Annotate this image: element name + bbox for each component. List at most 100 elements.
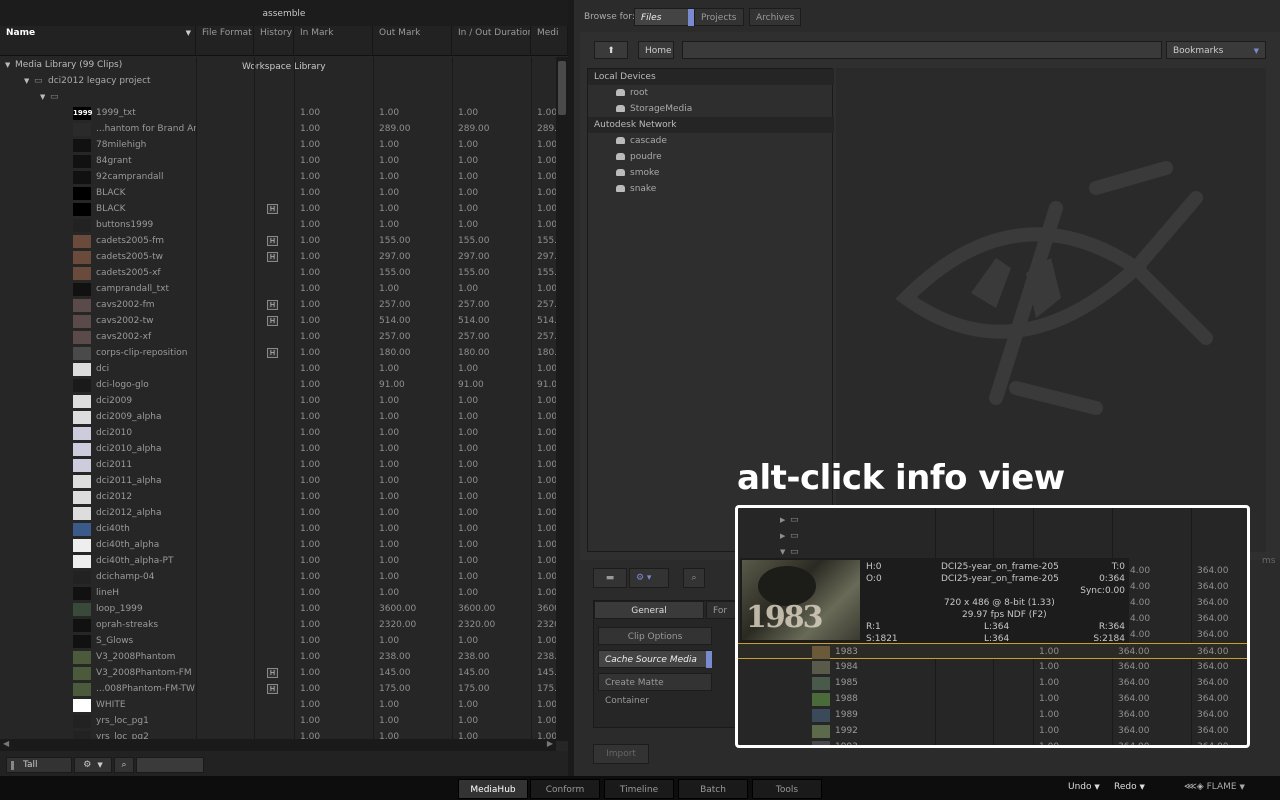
import-button[interactable]: Import (593, 744, 649, 764)
tree-row-library[interactable]: ▼ Media Library (99 Clips) (0, 57, 556, 73)
view-mode-dropdown[interactable]: Tall (6, 757, 72, 773)
tree-row-folder[interactable]: ▼ ▭ (0, 89, 556, 105)
tab-general[interactable]: General (594, 601, 704, 619)
network-snake[interactable]: snake (588, 181, 834, 197)
clip-row[interactable]: corps-clip-reposition H 1.00 180.00 180.00 18… (0, 345, 556, 361)
network-poudre[interactable]: poudre (588, 149, 834, 165)
clip-row[interactable]: yrs_loc_pg1 1.00 1.00 1.00 1.00 (0, 713, 556, 729)
create-matte-container-button[interactable]: Create Matte Container (598, 673, 712, 706)
search-icon[interactable]: ⌕ (683, 568, 705, 588)
clip-row[interactable]: dcichamp-04 1.00 1.00 1.00 1.00 (0, 569, 556, 585)
up-arrow-icon[interactable]: ⬆ (594, 41, 628, 59)
search-input[interactable] (136, 757, 204, 773)
sort-arrow-icon[interactable]: ▼ (186, 29, 191, 37)
clip-row[interactable]: dci40th_alpha 1.00 1.00 1.00 1.00 (0, 537, 556, 553)
clip-row[interactable]: dci 1.00 1.00 1.00 1.00 (0, 361, 556, 377)
cache-source-media-toggle[interactable]: Cache Source Media (598, 650, 712, 668)
clip-row[interactable]: camprandall_txt 1.00 1.00 1.00 1.00 (0, 281, 556, 297)
horizontal-scrollbar[interactable]: ◀ ▶ (0, 739, 556, 751)
tree-row-project[interactable]: ▼ ▭ dci2012 legacy project (0, 73, 556, 89)
tab-projects[interactable]: Projects (694, 8, 744, 26)
clip-row[interactable]: cavs2002-fm H 1.00 257.00 257.00 257.0 (0, 297, 556, 313)
clip-options-button[interactable]: Clip Options (598, 627, 712, 645)
history-badge-icon[interactable]: H (267, 684, 278, 694)
undo-button[interactable]: Undo ▼ (1068, 782, 1100, 792)
column-header-media[interactable]: Medi (531, 26, 568, 56)
callout-clip-row[interactable]: 1993 1.00 364.00 364.00 (738, 739, 1247, 745)
tab-mediahub[interactable]: MediaHub (458, 779, 528, 799)
clip-row[interactable]: 92camprandall 1.00 1.00 1.00 1.00 (0, 169, 556, 185)
clip-row[interactable]: S_Glows 1.00 1.00 1.00 1.00 (0, 633, 556, 649)
history-badge-icon[interactable]: H (267, 300, 278, 310)
clip-row[interactable]: dci-logo-glo 1.00 91.00 91.00 91.00 (0, 377, 556, 393)
expand-arrow-icon[interactable]: ▶ (780, 512, 785, 528)
clip-row[interactable]: cadets2005-fm H 1.00 155.00 155.00 155.0 (0, 233, 556, 249)
clip-row[interactable]: dci2011 1.00 1.00 1.00 1.00 (0, 457, 556, 473)
flame-menu[interactable]: ⋘◈ FLAME ▼ (1184, 782, 1245, 792)
clip-row[interactable]: dci2011_alpha 1.00 1.00 1.00 1.00 (0, 473, 556, 489)
clip-row[interactable]: cadets2005-xf 1.00 155.00 155.00 155.0 (0, 265, 556, 281)
clip-row[interactable]: 84grant 1.00 1.00 1.00 1.00 (0, 153, 556, 169)
column-header-history[interactable]: History (254, 26, 294, 56)
callout-clip-row[interactable]: 1985 1.00 364.00 364.00 (738, 675, 1247, 691)
history-badge-icon[interactable]: H (267, 316, 278, 326)
clip-row[interactable]: dci2010 1.00 1.00 1.00 1.00 (0, 425, 556, 441)
callout-clip-row[interactable]: 1989 1.00 364.00 364.00 (738, 707, 1247, 723)
scroll-left-icon[interactable]: ◀ (3, 739, 9, 748)
clip-row[interactable]: V3_2008Phantom 1.00 238.00 238.00 238.0 (0, 649, 556, 665)
tab-timeline[interactable]: Timeline (604, 779, 674, 799)
gear-icon[interactable]: ⚙ ▾ (629, 568, 669, 588)
expand-arrow-icon[interactable]: ▼ (24, 73, 29, 89)
clip-row[interactable]: dci40th_alpha-PT 1.00 1.00 1.00 1.00 (0, 553, 556, 569)
scrollbar-thumb[interactable] (558, 61, 566, 115)
device-storagemedia[interactable]: StorageMedia (588, 101, 834, 117)
scroll-right-icon[interactable]: ▶ (547, 739, 553, 748)
clip-row[interactable]: yrs_loc_pg2 1.00 1.00 1.00 1.00 (0, 729, 556, 739)
tab-conform[interactable]: Conform (530, 779, 600, 799)
clip-row[interactable]: cadets2005-tw H 1.00 297.00 297.00 297.0 (0, 249, 556, 265)
history-badge-icon[interactable]: H (267, 204, 278, 214)
column-header-duration[interactable]: In / Out Duration (452, 26, 531, 56)
history-badge-icon[interactable]: H (267, 668, 278, 678)
clip-row[interactable]: loop_1999 1.00 3600.00 3600.00 3600 (0, 601, 556, 617)
clip-row[interactable]: 1999 1999_txt 1.00 1.00 1.00 1.00 (0, 105, 556, 121)
history-badge-icon[interactable]: H (267, 236, 278, 246)
network-smoke[interactable]: smoke (588, 165, 834, 181)
clip-row[interactable]: dci2009_alpha 1.00 1.00 1.00 1.00 (0, 409, 556, 425)
clip-row[interactable]: dci2009 1.00 1.00 1.00 1.00 (0, 393, 556, 409)
clip-row[interactable]: BLACK 1.00 1.00 1.00 1.00 (0, 185, 556, 201)
search-icon[interactable]: ⌕ (114, 757, 134, 773)
clip-row[interactable]: ...008Phantom-FM-TW H 1.00 175.00 175.00 175.… (0, 681, 556, 697)
home-button[interactable]: Home (638, 41, 674, 59)
tab-batch[interactable]: Batch (678, 779, 748, 799)
settings-dropdown[interactable]: ⚙ ▼ (74, 757, 112, 773)
vertical-scrollbar[interactable] (556, 57, 568, 741)
expand-arrow-icon[interactable]: ▼ (5, 57, 10, 73)
tab-archives[interactable]: Archives (749, 8, 801, 26)
clip-row[interactable]: BLACK H 1.00 1.00 1.00 1.00 (0, 201, 556, 217)
tree-row-folder[interactable]: ▶ ▭ (738, 528, 1247, 544)
clip-row[interactable]: dci2010_alpha 1.00 1.00 1.00 1.00 (0, 441, 556, 457)
device-root[interactable]: root (588, 85, 834, 101)
tab-tools[interactable]: Tools (752, 779, 822, 799)
clip-row[interactable]: 78milehigh 1.00 1.00 1.00 1.00 (0, 137, 556, 153)
redo-button[interactable]: Redo ▼ (1114, 782, 1145, 792)
clip-row[interactable]: cavs2002-tw H 1.00 514.00 514.00 514.0 (0, 313, 556, 329)
history-badge-icon[interactable]: H (267, 348, 278, 358)
expand-arrow-icon[interactable]: ▶ (780, 528, 785, 544)
column-header-name[interactable]: Name ▼ (0, 26, 196, 56)
tree-row-folder[interactable]: ▶ ▭ (738, 512, 1247, 528)
network-cascade[interactable]: cascade (588, 133, 834, 149)
column-header-file-format[interactable]: File Format (196, 26, 254, 56)
clip-row[interactable]: lineH 1.00 1.00 1.00 1.00 (0, 585, 556, 601)
expand-arrow-icon[interactable]: ▼ (40, 89, 45, 105)
tab-files[interactable]: Files (634, 8, 694, 26)
callout-clip-row[interactable]: 1983 1.00 364.00 364.00 (738, 643, 1247, 659)
clip-row[interactable]: ...hantom for Brand Ani 1.00 289.00 289.00 2… (0, 121, 556, 137)
column-header-in-mark[interactable]: In Mark (294, 26, 373, 56)
column-header-out-mark[interactable]: Out Mark (373, 26, 452, 56)
clip-row[interactable]: dci2012 1.00 1.00 1.00 1.00 (0, 489, 556, 505)
clip-row[interactable]: V3_2008Phantom-FM H 1.00 145.00 145.00 145.0 (0, 665, 556, 681)
clip-row[interactable]: oprah-streaks 1.00 2320.00 2320.00 2320 (0, 617, 556, 633)
clip-row[interactable]: WHITE 1.00 1.00 1.00 1.00 (0, 697, 556, 713)
